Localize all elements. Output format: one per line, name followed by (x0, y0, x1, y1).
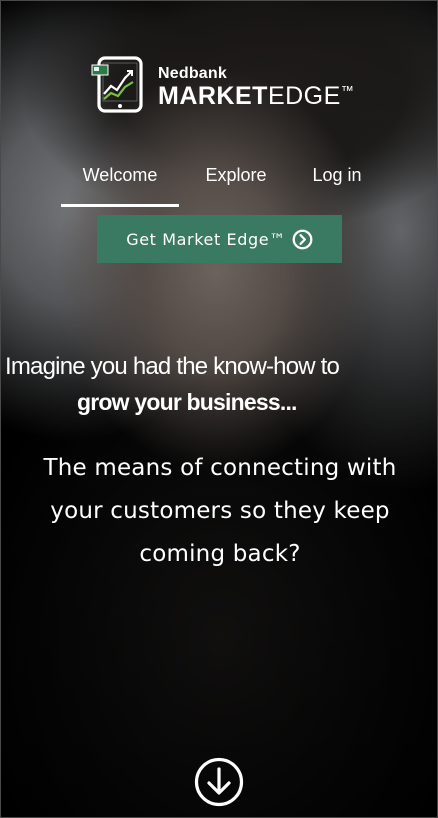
tab-explore[interactable]: Explore (181, 161, 291, 207)
get-market-edge-button[interactable]: Get Market Edge™ (97, 215, 342, 263)
hero-headline-line1: Imagine you had the know-how to (5, 353, 340, 380)
hero-subtext: The means of connecting with your custom… (1, 447, 437, 576)
tab-welcome[interactable]: Welcome (61, 161, 179, 207)
hero-headline-line2: grow your business... (77, 389, 297, 415)
main-tabs: Welcome Explore Log in (61, 161, 381, 207)
hero-content: Nedbank MARKETEDGE™ Welcome Explore Log … (1, 1, 437, 817)
get-market-edge-label: Get Market Edge™ (126, 229, 286, 249)
app-frame: Nedbank MARKETEDGE™ Welcome Explore Log … (0, 0, 438, 818)
logo-product-bold: MARKET (158, 81, 268, 110)
logo-wordmark: Nedbank MARKETEDGE™ (158, 64, 355, 110)
hero-subtext-line: your customers so they keep (50, 498, 390, 524)
chevron-right-circle-icon (292, 229, 313, 249)
logo-brand-text: Nedbank (158, 64, 227, 82)
tab-log-in[interactable]: Log in (293, 161, 381, 207)
tablet-chart-logo-icon (91, 56, 143, 113)
logo-trademark: ™ (340, 82, 355, 98)
hero-subtext-line: The means of connecting with (43, 455, 397, 481)
hero-subtext-line: coming back? (139, 541, 301, 567)
logo-product-text: MARKETEDGE™ (158, 81, 355, 110)
nedbank-market-edge-logo[interactable]: Nedbank MARKETEDGE™ (91, 56, 354, 114)
arrow-down-circle-icon[interactable] (194, 757, 244, 807)
logo-product-light: EDGE (267, 81, 341, 110)
